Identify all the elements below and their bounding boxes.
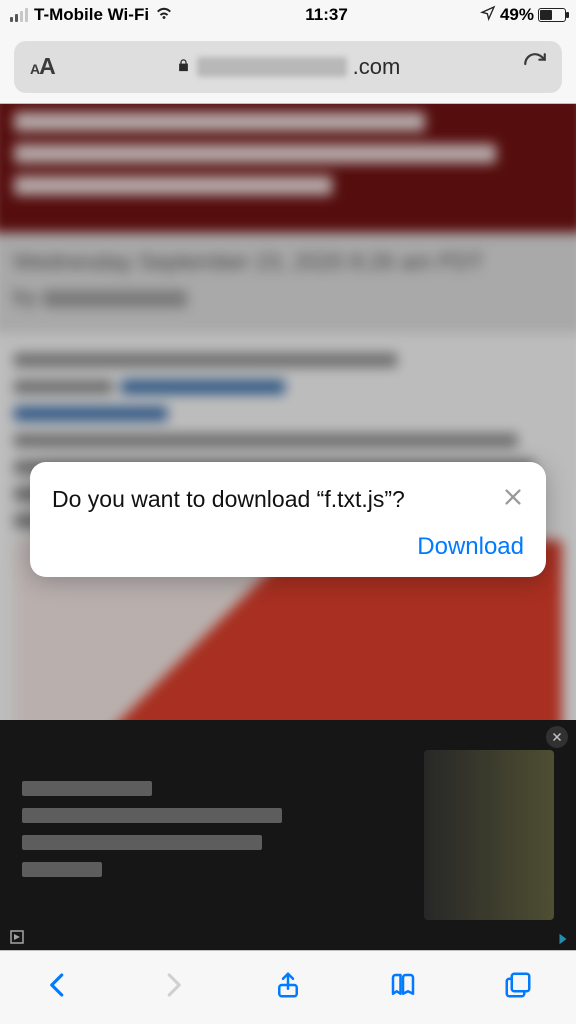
share-button[interactable]: [273, 970, 303, 1005]
wifi-icon: [155, 4, 173, 27]
reload-button[interactable]: [522, 51, 548, 82]
download-button[interactable]: Download: [417, 533, 524, 561]
download-prompt-text: Do you want to download “f.txt.js”?: [52, 486, 405, 513]
bookmarks-button[interactable]: [388, 970, 418, 1005]
reader-aa-button[interactable]: AA: [30, 53, 55, 80]
browser-toolbar: [0, 950, 576, 1024]
carrier-label: T-Mobile Wi-Fi: [34, 5, 149, 25]
url-bar-container: AA .com: [0, 30, 576, 104]
close-button[interactable]: [502, 486, 524, 513]
status-right: 49%: [480, 5, 566, 26]
clock-label: 11:37: [305, 5, 348, 25]
forward-button[interactable]: [158, 970, 188, 1005]
back-button[interactable]: [43, 970, 73, 1005]
status-bar: T-Mobile Wi-Fi 11:37 49%: [0, 0, 576, 30]
tabs-button[interactable]: [503, 970, 533, 1005]
battery-pct-label: 49%: [500, 5, 534, 25]
location-icon: [480, 5, 496, 26]
lock-icon: [176, 54, 191, 80]
status-left: T-Mobile Wi-Fi: [10, 4, 173, 27]
cell-signal-icon: [10, 8, 28, 22]
address-bar[interactable]: AA .com: [14, 41, 562, 93]
download-prompt: Do you want to download “f.txt.js”? Down…: [30, 462, 546, 577]
domain-suffix: .com: [353, 54, 401, 80]
battery-icon: [538, 8, 566, 22]
domain-blur: [197, 57, 347, 77]
